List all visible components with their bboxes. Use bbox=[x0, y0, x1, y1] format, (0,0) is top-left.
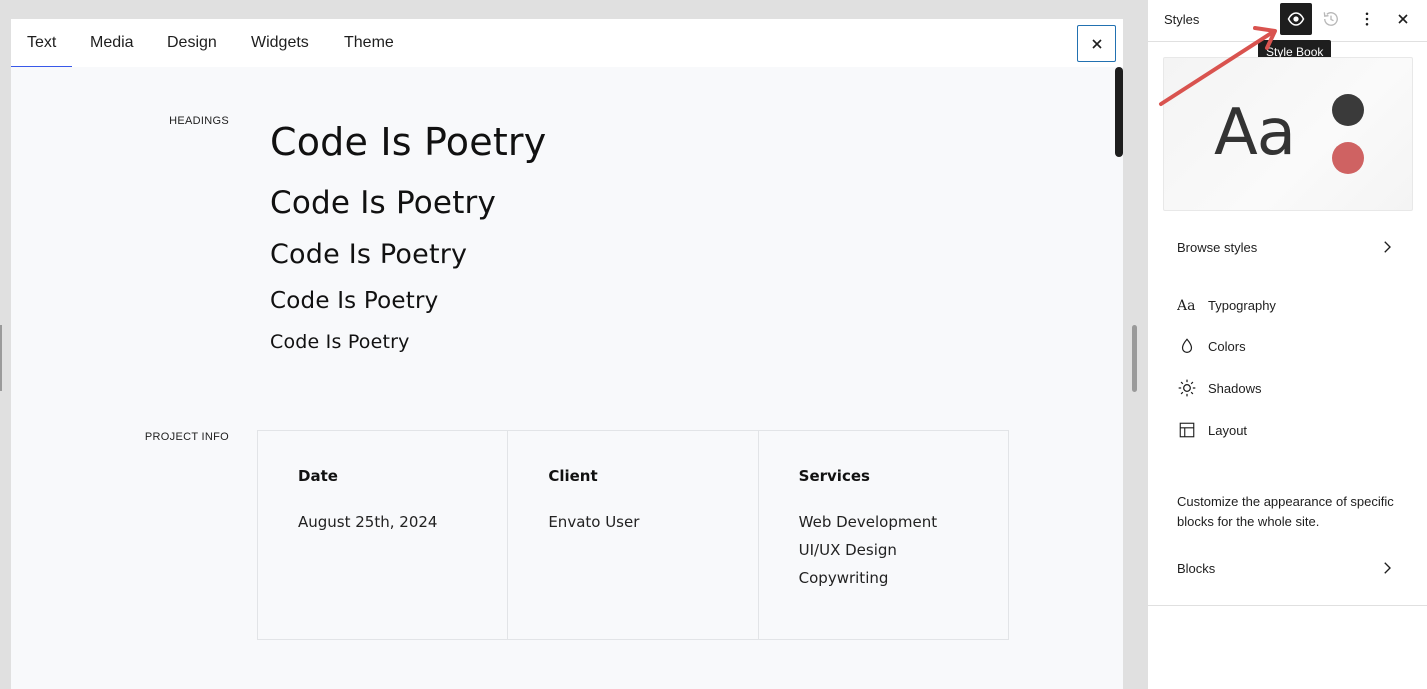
heading-3[interactable]: Code Is Poetry bbox=[270, 239, 467, 270]
info-value: August 25th, 2024 bbox=[298, 513, 438, 531]
blocks-button[interactable]: Blocks bbox=[1148, 550, 1427, 586]
droplet-icon bbox=[1176, 335, 1198, 357]
preview-color-secondary bbox=[1332, 142, 1364, 174]
browse-styles-label: Browse styles bbox=[1177, 239, 1258, 255]
info-value: Copywriting bbox=[798, 569, 889, 587]
sidebar-item-typography[interactable]: Aa Typography bbox=[1148, 287, 1427, 323]
sidebar-header: Styles Style Book bbox=[1148, 0, 1427, 64]
blocks-description: Customize the appearance of specific blo… bbox=[1177, 494, 1394, 529]
style-preview[interactable]: Aa bbox=[1163, 57, 1413, 211]
heading-4[interactable]: Code Is Poetry bbox=[270, 288, 438, 314]
style-book-button[interactable] bbox=[1280, 3, 1312, 35]
headings-label: HEADINGS bbox=[169, 115, 229, 127]
sidebar-item-label: Typography bbox=[1208, 297, 1276, 313]
blocks-label: Blocks bbox=[1177, 560, 1216, 576]
canvas-scrollbar[interactable] bbox=[1115, 67, 1123, 157]
tab-text[interactable]: Text bbox=[11, 19, 73, 67]
info-title: Services bbox=[798, 467, 870, 485]
heading-5[interactable]: Code Is Poetry bbox=[270, 331, 410, 353]
info-value: UI/UX Design bbox=[798, 541, 897, 559]
left-edge bbox=[0, 0, 11, 689]
tab-design[interactable]: Design bbox=[151, 19, 233, 67]
sidebar-divider bbox=[1148, 605, 1427, 606]
close-icon bbox=[1091, 38, 1102, 49]
sidebar-item-label: Colors bbox=[1208, 338, 1246, 354]
project-info-grid[interactable]: Date August 25th, 2024 Client Envato Use… bbox=[257, 430, 1009, 640]
styles-sidebar: Styles Style Book Aa Browse styles Aa Ty… bbox=[1147, 0, 1427, 689]
sidebar-item-label: Shadows bbox=[1208, 380, 1262, 396]
tab-media[interactable]: Media bbox=[74, 19, 150, 67]
style-book-tabs: Text Media Design Widgets Theme bbox=[11, 19, 1123, 67]
close-sidebar-button[interactable] bbox=[1387, 3, 1419, 35]
preview-color-primary bbox=[1332, 94, 1364, 126]
info-column-date: Date August 25th, 2024 bbox=[258, 431, 509, 639]
info-value: Envato User bbox=[548, 513, 640, 531]
sidebar-resize-strip bbox=[1123, 0, 1147, 689]
project-info-label: PROJECT INFO bbox=[144, 431, 229, 443]
close-icon bbox=[1398, 14, 1408, 24]
info-column-services: Services Web Development UI/UX Design Co… bbox=[759, 431, 1008, 639]
tab-theme[interactable]: Theme bbox=[328, 19, 410, 67]
more-options-button[interactable] bbox=[1351, 3, 1383, 35]
style-book-canvas: Text Media Design Widgets Theme HEADINGS… bbox=[11, 19, 1123, 689]
close-style-book-button[interactable] bbox=[1077, 25, 1116, 62]
browse-styles-button[interactable]: Browse styles bbox=[1148, 229, 1427, 265]
sidebar-item-layout[interactable]: Layout bbox=[1148, 412, 1427, 448]
preview-typography: Aa bbox=[1214, 96, 1296, 170]
sidebar-item-colors[interactable]: Colors bbox=[1148, 328, 1427, 364]
info-title: Date bbox=[298, 467, 338, 485]
heading-1[interactable]: Code Is Poetry bbox=[270, 120, 546, 164]
revisions-button[interactable] bbox=[1315, 3, 1347, 35]
tab-widgets[interactable]: Widgets bbox=[235, 19, 325, 67]
chevron-right-icon bbox=[1384, 241, 1391, 253]
sidebar-title: Styles bbox=[1164, 12, 1200, 27]
sidebar-item-label: Layout bbox=[1208, 422, 1248, 438]
info-value: Web Development bbox=[798, 513, 938, 531]
typography-icon: Aa bbox=[1176, 294, 1198, 316]
info-column-client: Client Envato User bbox=[508, 431, 759, 639]
left-resize-handle[interactable] bbox=[0, 325, 2, 391]
svg-text:Aa: Aa bbox=[1177, 298, 1195, 313]
info-title: Client bbox=[548, 467, 598, 485]
heading-2[interactable]: Code Is Poetry bbox=[270, 185, 496, 221]
more-vertical-icon bbox=[1365, 12, 1369, 26]
sidebar-resize-handle[interactable] bbox=[1132, 325, 1137, 392]
layout-icon bbox=[1176, 419, 1198, 441]
history-icon bbox=[1323, 12, 1338, 26]
sun-icon bbox=[1176, 377, 1198, 399]
chevron-right-icon bbox=[1384, 562, 1391, 574]
sidebar-item-shadows[interactable]: Shadows bbox=[1148, 370, 1427, 406]
eye-icon bbox=[1287, 12, 1305, 26]
